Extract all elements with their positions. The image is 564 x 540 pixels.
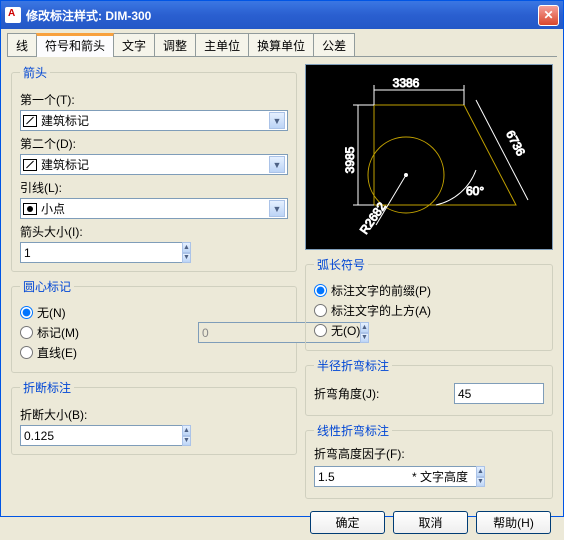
dialog-window: 修改标注样式: DIM-300 ✕ 线 符号和箭头 文字 调整 主单位 换算单位…: [0, 0, 564, 517]
dim-left: 3985: [343, 146, 357, 173]
arrow-size-input[interactable]: [20, 242, 182, 263]
button-row: 确定 取消 帮助(H): [1, 505, 563, 540]
leader-label: 引线(L):: [20, 179, 288, 196]
radius-jog-group: 半径折弯标注 折弯角度(J):: [305, 357, 553, 416]
chevron-down-icon: ▼: [269, 200, 285, 217]
break-legend: 折断标注: [20, 379, 74, 396]
help-button[interactable]: 帮助(H): [476, 511, 551, 534]
first-arrow-label: 第一个(T):: [20, 91, 288, 108]
spin-down[interactable]: ▼: [182, 436, 191, 447]
tab-primary-units[interactable]: 主单位: [195, 33, 249, 57]
spin-up[interactable]: ▲: [182, 242, 191, 253]
jog-factor-label: 折弯高度因子(F):: [314, 445, 544, 462]
center-legend: 圆心标记: [20, 278, 74, 295]
arc-prefix-label: 标注文字的前缀(P): [331, 282, 431, 299]
break-dim-group: 折断标注 折断大小(B): ▲▼: [11, 379, 297, 455]
arc-none-label: 无(O): [331, 322, 360, 339]
arch-tick-icon: [23, 159, 37, 171]
spin-down[interactable]: ▼: [476, 477, 485, 488]
jog-angle-label: 折弯角度(J):: [314, 385, 446, 402]
dot-icon: [23, 203, 37, 215]
break-size-input[interactable]: [20, 425, 182, 446]
arc-none-radio[interactable]: [314, 324, 327, 337]
spin-up[interactable]: ▲: [476, 466, 485, 477]
close-button[interactable]: ✕: [538, 5, 559, 26]
linear-jog-legend: 线性折弯标注: [314, 422, 392, 439]
second-arrow-value: 建筑标记: [41, 156, 269, 173]
arch-tick-icon: [23, 115, 37, 127]
tab-tolerance[interactable]: 公差: [313, 33, 355, 57]
center-none-radio[interactable]: [20, 306, 33, 319]
first-arrow-combo[interactable]: 建筑标记 ▼: [20, 110, 288, 131]
arc-prefix-radio[interactable]: [314, 284, 327, 297]
jog-factor-suffix: * 文字高度: [412, 468, 468, 485]
arrows-legend: 箭头: [20, 64, 50, 81]
arc-symbol-group: 弧长符号 标注文字的前缀(P) 标注文字的上方(A) 无(O): [305, 256, 553, 351]
break-size-spinner[interactable]: ▲▼: [20, 425, 110, 446]
tab-text[interactable]: 文字: [113, 33, 155, 57]
center-size-spinner: ▲▼: [198, 322, 288, 343]
arc-above-label: 标注文字的上方(A): [331, 302, 431, 319]
second-arrow-combo[interactable]: 建筑标记 ▼: [20, 154, 288, 175]
dim-angle: 60°: [466, 184, 484, 198]
preview-pane: 3386 3985 6736 60° R2682: [305, 64, 553, 250]
tab-bar: 线 符号和箭头 文字 调整 主单位 换算单位 公差: [1, 29, 563, 57]
jog-angle-input[interactable]: [454, 383, 544, 404]
arrow-size-label: 箭头大小(I):: [20, 223, 288, 240]
arrows-group: 箭头 第一个(T): 建筑标记 ▼ 第二个(D): 建筑标记 ▼ 引线(L): …: [11, 64, 297, 272]
content-area: 箭头 第一个(T): 建筑标记 ▼ 第二个(D): 建筑标记 ▼ 引线(L): …: [1, 58, 563, 505]
arc-above-radio[interactable]: [314, 304, 327, 317]
arrow-size-spinner[interactable]: ▲▼: [20, 242, 110, 263]
cancel-button[interactable]: 取消: [393, 511, 468, 534]
window-title: 修改标注样式: DIM-300: [26, 7, 538, 24]
arc-legend: 弧长符号: [314, 256, 368, 273]
first-arrow-value: 建筑标记: [41, 112, 269, 129]
tab-line[interactable]: 线: [7, 33, 37, 57]
center-line-radio[interactable]: [20, 346, 33, 359]
jog-factor-spinner[interactable]: ▲▼: [314, 466, 404, 487]
center-mark-group: 圆心标记 无(N) 标记(M) 直线(E) ▲▼: [11, 278, 297, 373]
tab-symbols-arrows[interactable]: 符号和箭头: [36, 33, 114, 57]
second-arrow-label: 第二个(D):: [20, 135, 288, 152]
spin-up[interactable]: ▲: [182, 425, 191, 436]
break-size-label: 折断大小(B):: [20, 406, 288, 423]
chevron-down-icon: ▼: [269, 112, 285, 129]
tab-alt-units[interactable]: 换算单位: [248, 33, 314, 57]
titlebar: 修改标注样式: DIM-300 ✕: [1, 1, 563, 29]
spin-down[interactable]: ▼: [182, 253, 191, 264]
center-line-label: 直线(E): [37, 344, 77, 361]
ok-button[interactable]: 确定: [310, 511, 385, 534]
radius-jog-legend: 半径折弯标注: [314, 357, 392, 374]
chevron-down-icon: ▼: [269, 156, 285, 173]
dim-top: 3386: [393, 76, 420, 90]
center-mark-radio[interactable]: [20, 326, 33, 339]
leader-value: 小点: [41, 200, 269, 217]
linear-jog-group: 线性折弯标注 折弯高度因子(F): ▲▼ * 文字高度: [305, 422, 553, 499]
center-none-label: 无(N): [37, 304, 66, 321]
dim-diag: 6736: [503, 128, 528, 158]
tab-fit[interactable]: 调整: [154, 33, 196, 57]
app-icon: [5, 7, 21, 23]
leader-combo[interactable]: 小点 ▼: [20, 198, 288, 219]
center-mark-label: 标记(M): [37, 324, 79, 341]
